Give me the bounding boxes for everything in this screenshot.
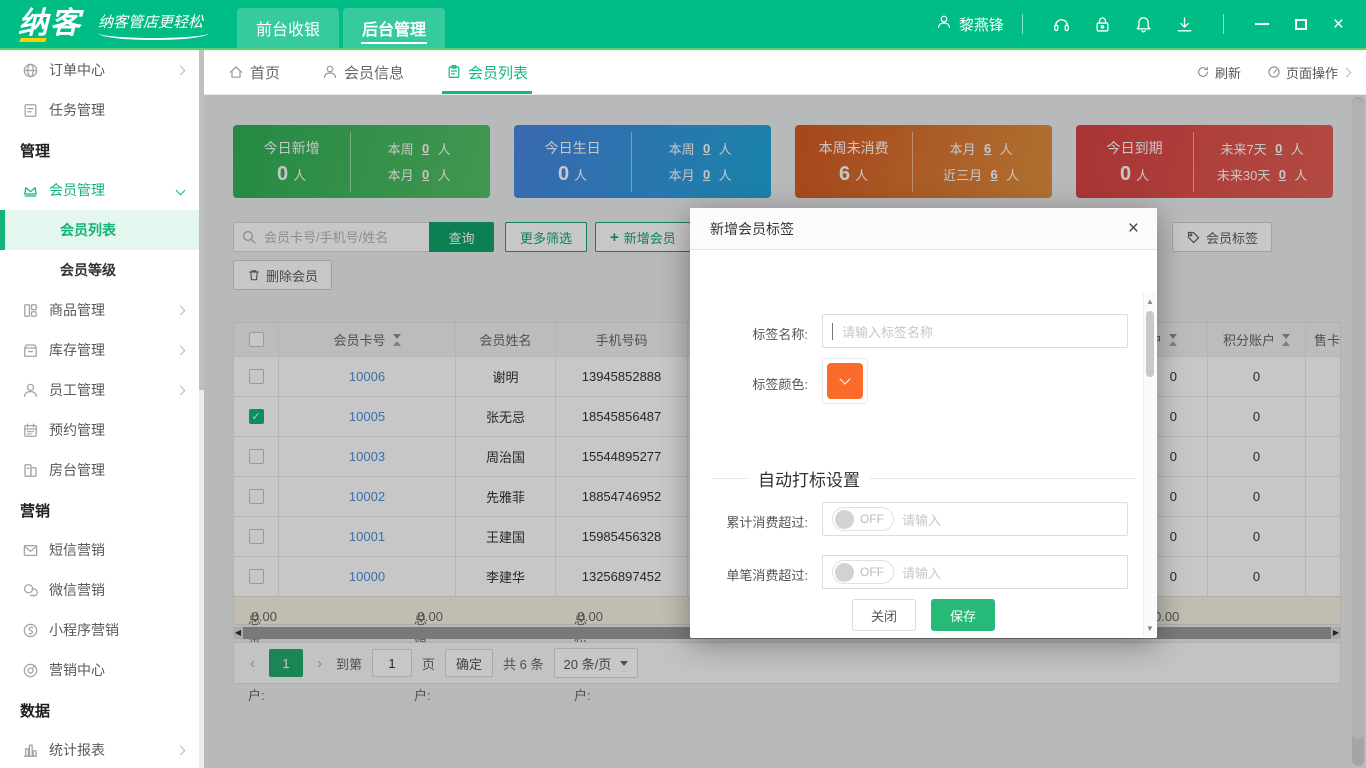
page-tabbar: 首页 会员信息 会员列表 刷新 页面操作: [204, 50, 1366, 95]
minimize-button[interactable]: [1255, 23, 1269, 25]
add-member-tag-modal: 新增会员标签 × 标签名称: 请输入标签名称 标签颜色: 自动打标设置 累计消费…: [690, 208, 1157, 638]
sidebar-item-member-list[interactable]: 会员列表: [0, 210, 204, 250]
nav-front-cashier[interactable]: 前台收银: [237, 8, 339, 48]
text-caret: [832, 323, 833, 340]
refresh-button[interactable]: 刷新: [1196, 63, 1241, 82]
cumulative-consume-input[interactable]: OFF 请输入: [822, 502, 1128, 536]
sidebar-item-booking-mgmt[interactable]: 预约管理: [0, 410, 204, 450]
chevron-right-icon: [176, 385, 186, 395]
user-icon: [936, 14, 952, 34]
toggle-knob: [835, 563, 854, 582]
refresh-icon: [1196, 65, 1210, 79]
header-divider-2: [1223, 14, 1224, 34]
top-header: 纳客 纳客管店更轻松 前台收银 后台管理 黎燕锋 ×: [0, 0, 1366, 50]
lock-icon[interactable]: [1093, 15, 1112, 34]
gauge-icon: [1267, 65, 1281, 79]
chevron-down-icon: [839, 373, 850, 384]
modal-save-button[interactable]: 保存: [931, 599, 995, 631]
download-icon[interactable]: [1175, 15, 1194, 34]
nav-back-admin[interactable]: 后台管理: [343, 8, 445, 48]
support-headset-icon[interactable]: [1052, 15, 1071, 34]
chevron-right-icon: [176, 305, 186, 315]
sidebar-section-data: 数据: [0, 690, 204, 730]
chevron-right-icon: [1342, 67, 1352, 77]
app-window: 纳客 纳客管店更轻松 前台收银 后台管理 黎燕锋 × 订单中心: [0, 0, 1366, 768]
tag-name-label: 标签名称:: [708, 324, 808, 343]
user-menu[interactable]: 黎燕锋: [936, 14, 1004, 35]
sidebar-item-room-table-mgmt[interactable]: 房台管理: [0, 450, 204, 490]
sidebar-item-member-level[interactable]: 会员等级: [0, 250, 204, 290]
sidebar: 订单中心 任务管理 管理 会员管理 会员列表 会员等级 商品管理 库存管理 员工…: [0, 50, 204, 768]
sidebar-section-mgmt: 管理: [0, 130, 204, 170]
modal-scrollbar-thumb[interactable]: [1146, 311, 1154, 377]
cumulative-consume-label: 累计消费超过:: [708, 512, 808, 531]
auto-tag-section-header: 自动打标设置: [690, 466, 1157, 491]
modal-close-button[interactable]: 关闭: [852, 599, 916, 631]
modal-scrollbar[interactable]: ▲ ▼: [1143, 293, 1156, 637]
header-right: 黎燕锋 ×: [936, 14, 1350, 35]
scroll-down-arrow[interactable]: ▼: [1144, 624, 1156, 633]
maximize-button[interactable]: [1295, 19, 1307, 30]
tab-member-info[interactable]: 会员信息: [322, 50, 404, 94]
sidebar-item-task-mgmt[interactable]: 任务管理: [0, 90, 204, 130]
sidebar-section-marketing: 营销: [0, 490, 204, 530]
sidebar-item-product-mgmt[interactable]: 商品管理: [0, 290, 204, 330]
sidebar-item-statistics-report[interactable]: 统计报表: [0, 730, 204, 768]
user-name: 黎燕锋: [959, 14, 1004, 35]
notification-bell-icon[interactable]: [1134, 15, 1153, 34]
tag-color-label: 标签颜色:: [708, 374, 808, 393]
modal-title-bar: 新增会员标签 ×: [690, 208, 1157, 250]
page-operations-button[interactable]: 页面操作: [1267, 63, 1350, 82]
sidebar-item-member-mgmt[interactable]: 会员管理: [0, 170, 204, 210]
sidebar-item-marketing-center[interactable]: 营销中心: [0, 650, 204, 690]
scroll-up-arrow[interactable]: ▲: [1144, 297, 1156, 306]
sidebar-item-staff-mgmt[interactable]: 员工管理: [0, 370, 204, 410]
brand-slogan: 纳客管店更轻松: [98, 11, 203, 32]
toggle-knob: [835, 510, 854, 529]
chevron-right-icon: [176, 65, 186, 75]
chevron-down-icon: [176, 185, 186, 195]
tab-home[interactable]: 首页: [228, 50, 280, 94]
tag-name-input[interactable]: 请输入标签名称: [822, 314, 1128, 348]
close-window-button[interactable]: ×: [1333, 15, 1344, 34]
sidebar-item-wechat-marketing[interactable]: 微信营销: [0, 570, 204, 610]
sidebar-item-inventory-mgmt[interactable]: 库存管理: [0, 330, 204, 370]
single-consume-label: 单笔消费超过:: [708, 565, 808, 584]
chevron-right-icon: [176, 745, 186, 755]
off-toggle[interactable]: OFF: [832, 507, 894, 531]
single-consume-input[interactable]: OFF 请输入: [822, 555, 1128, 589]
sidebar-item-order-center[interactable]: 订单中心: [0, 50, 204, 90]
modal-footer: 关闭 保存: [690, 592, 1157, 638]
main-nav: 前台收银 后台管理: [237, 8, 445, 48]
modal-body: 标签名称: 请输入标签名称 标签颜色: 自动打标设置 累计消费超过: OFF 请…: [690, 250, 1157, 638]
tab-member-list[interactable]: 会员列表: [446, 50, 528, 94]
chevron-right-icon: [176, 345, 186, 355]
sidebar-item-miniprogram-marketing[interactable]: 小程序营销: [0, 610, 204, 650]
tag-color-swatch[interactable]: [827, 363, 863, 399]
off-toggle[interactable]: OFF: [832, 560, 894, 584]
modal-title: 新增会员标签: [710, 219, 794, 239]
brand-logo: 纳客: [18, 9, 82, 39]
header-divider: [1022, 14, 1023, 34]
modal-close-icon[interactable]: ×: [1128, 219, 1139, 238]
sidebar-item-sms-marketing[interactable]: 短信营销: [0, 530, 204, 570]
tag-color-picker[interactable]: [822, 358, 868, 404]
tabbar-actions: 刷新 页面操作: [1196, 63, 1350, 82]
